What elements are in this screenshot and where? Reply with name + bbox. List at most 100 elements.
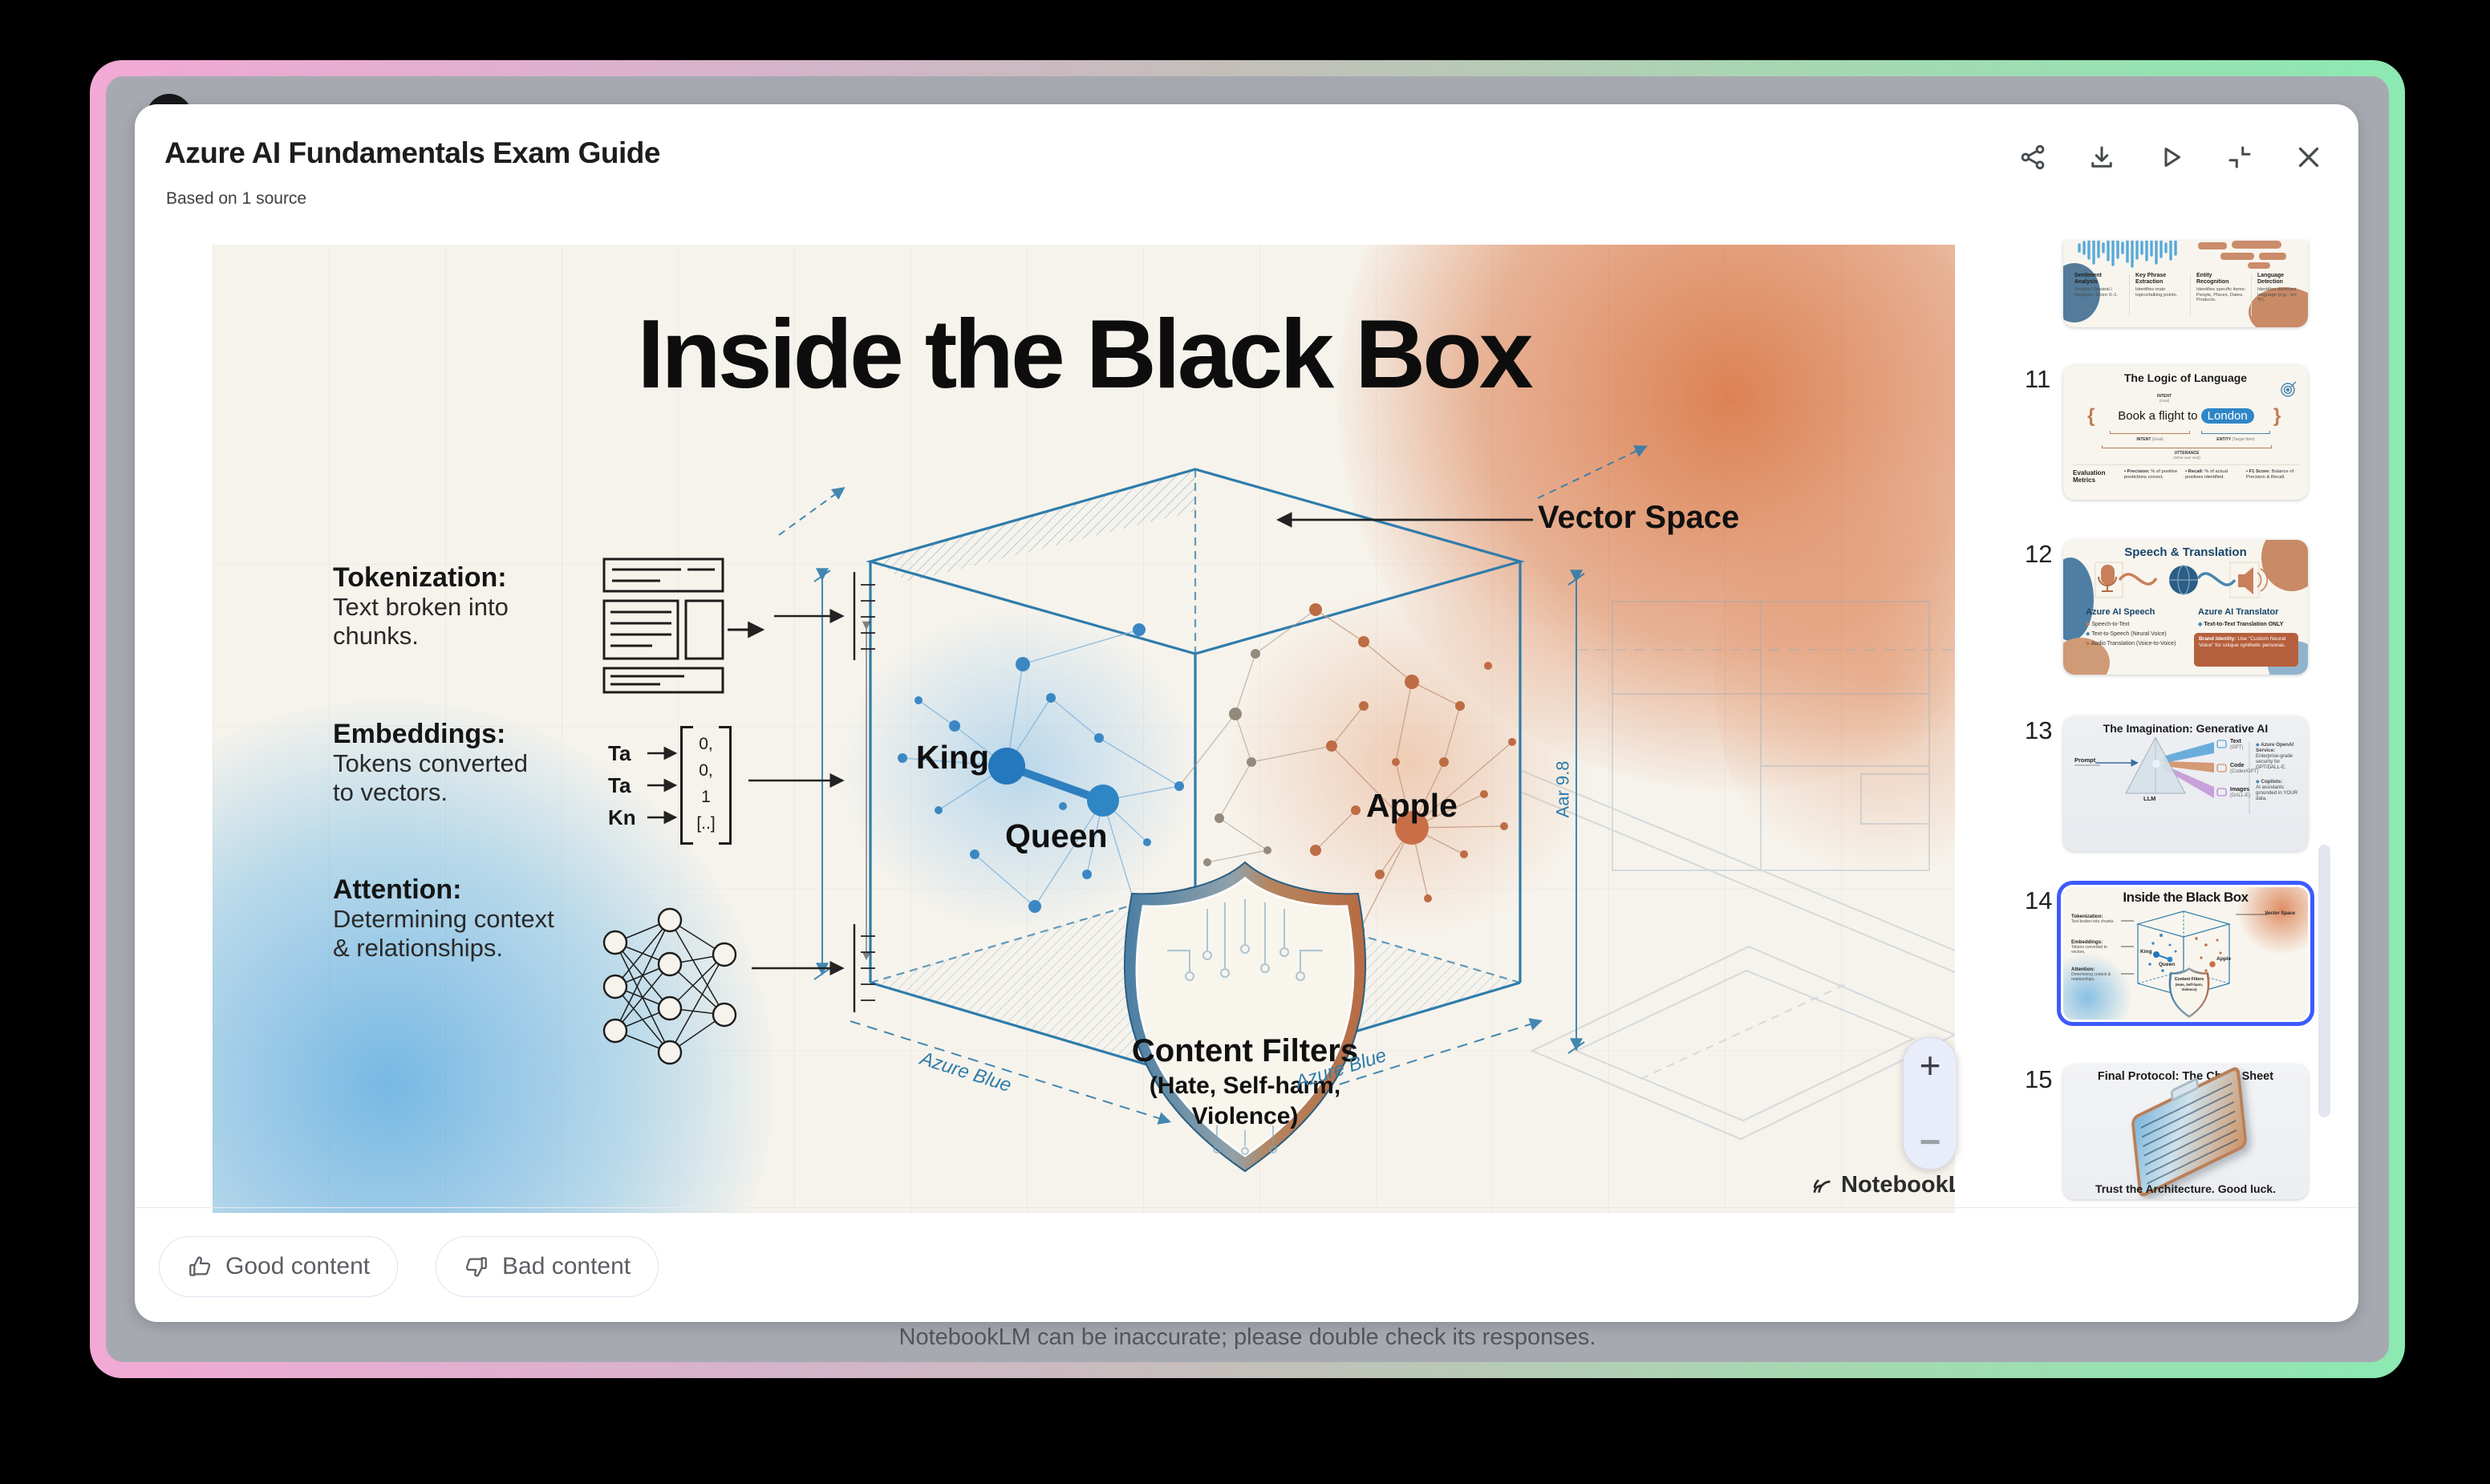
waveform-graphic <box>2078 241 2286 269</box>
utterance-sub: (What user said) <box>2173 456 2200 460</box>
slide-number-13: 13 <box>2025 716 2053 744</box>
play-icon[interactable] <box>2155 141 2187 173</box>
thumbnail-slide-15[interactable]: Final Protocol: The Cheat Sheet Trust th… <box>2063 1064 2308 1199</box>
mini-c3: Determining context & relationships. <box>2071 972 2111 982</box>
translator-item-1: ◆ Text-to-Text Translation ONLY <box>2198 622 2284 627</box>
divider <box>2129 274 2130 316</box>
note-azure-openai: ◆ Azure OpenAI Service: Enterprise-grade … <box>2256 742 2294 770</box>
download-icon[interactable] <box>2086 141 2118 173</box>
brace-right: } <box>2273 405 2281 427</box>
notebooklm-logo-icon <box>1813 1178 1831 1193</box>
queen-label: Queen <box>1005 817 1108 854</box>
intent-bottom-label: INTENT (Goal) <box>2136 437 2164 442</box>
screen: NotebookLM can be inaccurate; please dou… <box>0 0 2490 1484</box>
close-icon[interactable] <box>2293 141 2325 173</box>
col-body: Positive / Neutral / Negative. Score 0–1… <box>2074 287 2119 298</box>
slide-number-14: 14 <box>2025 886 2053 914</box>
thumbnail-slide-14: Inside the Black Box Vector Space Tokeni… <box>2063 887 2308 1020</box>
translator-heading: Azure AI Translator <box>2198 607 2279 617</box>
bracket-line <box>2110 431 2190 434</box>
thumb-title: Final Protocol: The Cheat Sheet <box>2097 1070 2274 1083</box>
disclaimer-text: NotebookLM can be inaccurate; please dou… <box>898 1324 1596 1350</box>
thumbnail-slide-10[interactable]: Sentiment Analysis Positive / Neutral / N… <box>2063 241 2308 327</box>
sidebar-scrollbar[interactable] <box>2318 845 2330 1117</box>
output-text-sub: (GPT) <box>2230 745 2244 750</box>
decor-bar <box>2074 764 2100 766</box>
speech-item-2: ◆ Text-to-Speech (Neural Voice) <box>2086 631 2167 637</box>
speech-item-3: ◆ Audio Translation (Voice-to-Voice) <box>2086 641 2176 647</box>
col-body: Identifies dominant language (e.g., 'en'… <box>2257 287 2298 303</box>
thumbnail-slide-12[interactable]: Speech & Translation Azure AI Speech ◆ S… <box>2063 540 2308 675</box>
col-body: Identifies main topics/talking points. <box>2135 287 2178 298</box>
speech-pipeline-graphic <box>2095 562 2268 598</box>
llm-label: LLM <box>2143 795 2156 802</box>
thumb-footer: Trust the Architecture. Good luck. <box>2095 1182 2277 1195</box>
divider <box>2251 274 2252 316</box>
divider <box>2071 464 2300 465</box>
output-code: Code <box>2230 763 2245 768</box>
col-heading: Entity Recognition <box>2196 273 2229 285</box>
concept-attention: Attention: Determining context & relatio… <box>333 874 554 962</box>
bad-content-button[interactable]: Bad content <box>436 1236 659 1297</box>
dialog-toolbar <box>2017 141 2325 173</box>
bracket-line <box>2201 431 2270 434</box>
utterance-sentence: Book a flight to London <box>2099 408 2273 424</box>
note-copilots: ◆ Copilots: AI assistants grounded in YOU… <box>2256 779 2298 801</box>
col-heading: Key Phrase Extraction <box>2135 273 2167 285</box>
metric-3: • F1 Score: Balance of Precision & Recal… <box>2246 469 2294 480</box>
concept-tokenization: Tokenization: Text broken into chunks. <box>333 562 509 650</box>
shield-line3: Violence) <box>1191 1103 1299 1129</box>
output-images-sub: (DALL-E) <box>2230 793 2251 798</box>
good-content-button[interactable]: Good content <box>159 1236 399 1297</box>
col-heading: Language Detection <box>2257 273 2285 285</box>
mini-c1: Text broken into chunks. <box>2071 919 2115 924</box>
brand-identity-callout: Brand Identity: Use "Custom Neural Voice… <box>2194 633 2298 667</box>
bad-content-label: Bad content <box>502 1253 631 1279</box>
prompt-label: Prompt <box>2074 756 2096 764</box>
metric-1: • Precision: % of positive predictions c… <box>2124 469 2178 480</box>
thumbnail-slide-14-selected[interactable]: Inside the Black Box Vector Space Tokeni… <box>2057 881 2314 1026</box>
notebooklm-watermark: NotebookLM <box>1811 1172 1955 1198</box>
notebooklm-page-background: NotebookLM can be inaccurate; please dou… <box>106 76 2389 1362</box>
zoom-controls: + − <box>1903 1037 1957 1170</box>
embedding-vector: 0, 0, 1 [..] <box>680 726 732 845</box>
col-body: Identifies specific items: People, Place… <box>2196 287 2246 303</box>
mini-apple: Apple <box>2216 956 2232 962</box>
thumb-title: Speech & Translation <box>2124 545 2247 559</box>
intent-top-sub: (Goal) <box>2159 399 2170 403</box>
target-icon <box>2281 381 2297 397</box>
embedding-tokens: Ta Ta Kn <box>608 741 636 829</box>
output-text: Text <box>2230 739 2241 744</box>
apple-label: Apple <box>1366 787 1458 824</box>
thumb-title: The Imagination: Generative AI <box>2103 722 2269 735</box>
thumbs-up-icon <box>189 1256 211 1276</box>
output-images: Images <box>2230 787 2250 793</box>
collapse-icon[interactable] <box>2224 141 2256 173</box>
zoom-out-button[interactable]: − <box>1920 1123 1941 1160</box>
slide-inside-the-black-box: Inside the Black Box Vector Space Tokeni… <box>213 245 1955 1213</box>
mini-shield2: (Hate, Self-harm, <box>2175 983 2204 987</box>
mini-c2: Tokens converted to vectors. <box>2071 945 2107 955</box>
col-heading: Sentiment Analysis <box>2074 273 2102 285</box>
metric-2: • Recall: % of actual positives identifi… <box>2185 469 2228 480</box>
mini-vector-space: Vector Space <box>2265 911 2295 916</box>
concept-embeddings: Embeddings: Tokens converted to vectors. <box>333 719 528 806</box>
output-code-sub: (Codex/GPT) <box>2230 769 2259 774</box>
page-title: Azure AI Fundamentals Exam Guide <box>164 136 660 169</box>
slide-number-15: 15 <box>2025 1065 2053 1093</box>
mini-queen: Queen <box>2159 962 2176 967</box>
mini-shield3: Violence) <box>2181 987 2197 991</box>
entity-bottom-label: ENTITY (Target Item) <box>2216 437 2255 442</box>
thumbnail-slide-11[interactable]: The Logic of Language INTENT (Goal) { } … <box>2063 365 2308 500</box>
share-icon[interactable] <box>2017 141 2049 173</box>
clipboard-lines <box>2140 1079 2238 1185</box>
source-count-label: Based on 1 source <box>166 189 307 208</box>
king-label: King <box>915 739 989 776</box>
gradient-window-frame: NotebookLM can be inaccurate; please dou… <box>90 60 2405 1378</box>
divider <box>2190 274 2191 316</box>
zoom-in-button[interactable]: + <box>1920 1047 1941 1084</box>
thumbnail-slide-13[interactable]: The Imagination: Generative AI Prompt LL… <box>2063 716 2308 851</box>
cheat-sheet-clipboard <box>2131 1064 2248 1199</box>
thumbs-down-icon <box>465 1257 487 1277</box>
speech-item-1: ◆ Speech-to-Text <box>2086 622 2130 627</box>
